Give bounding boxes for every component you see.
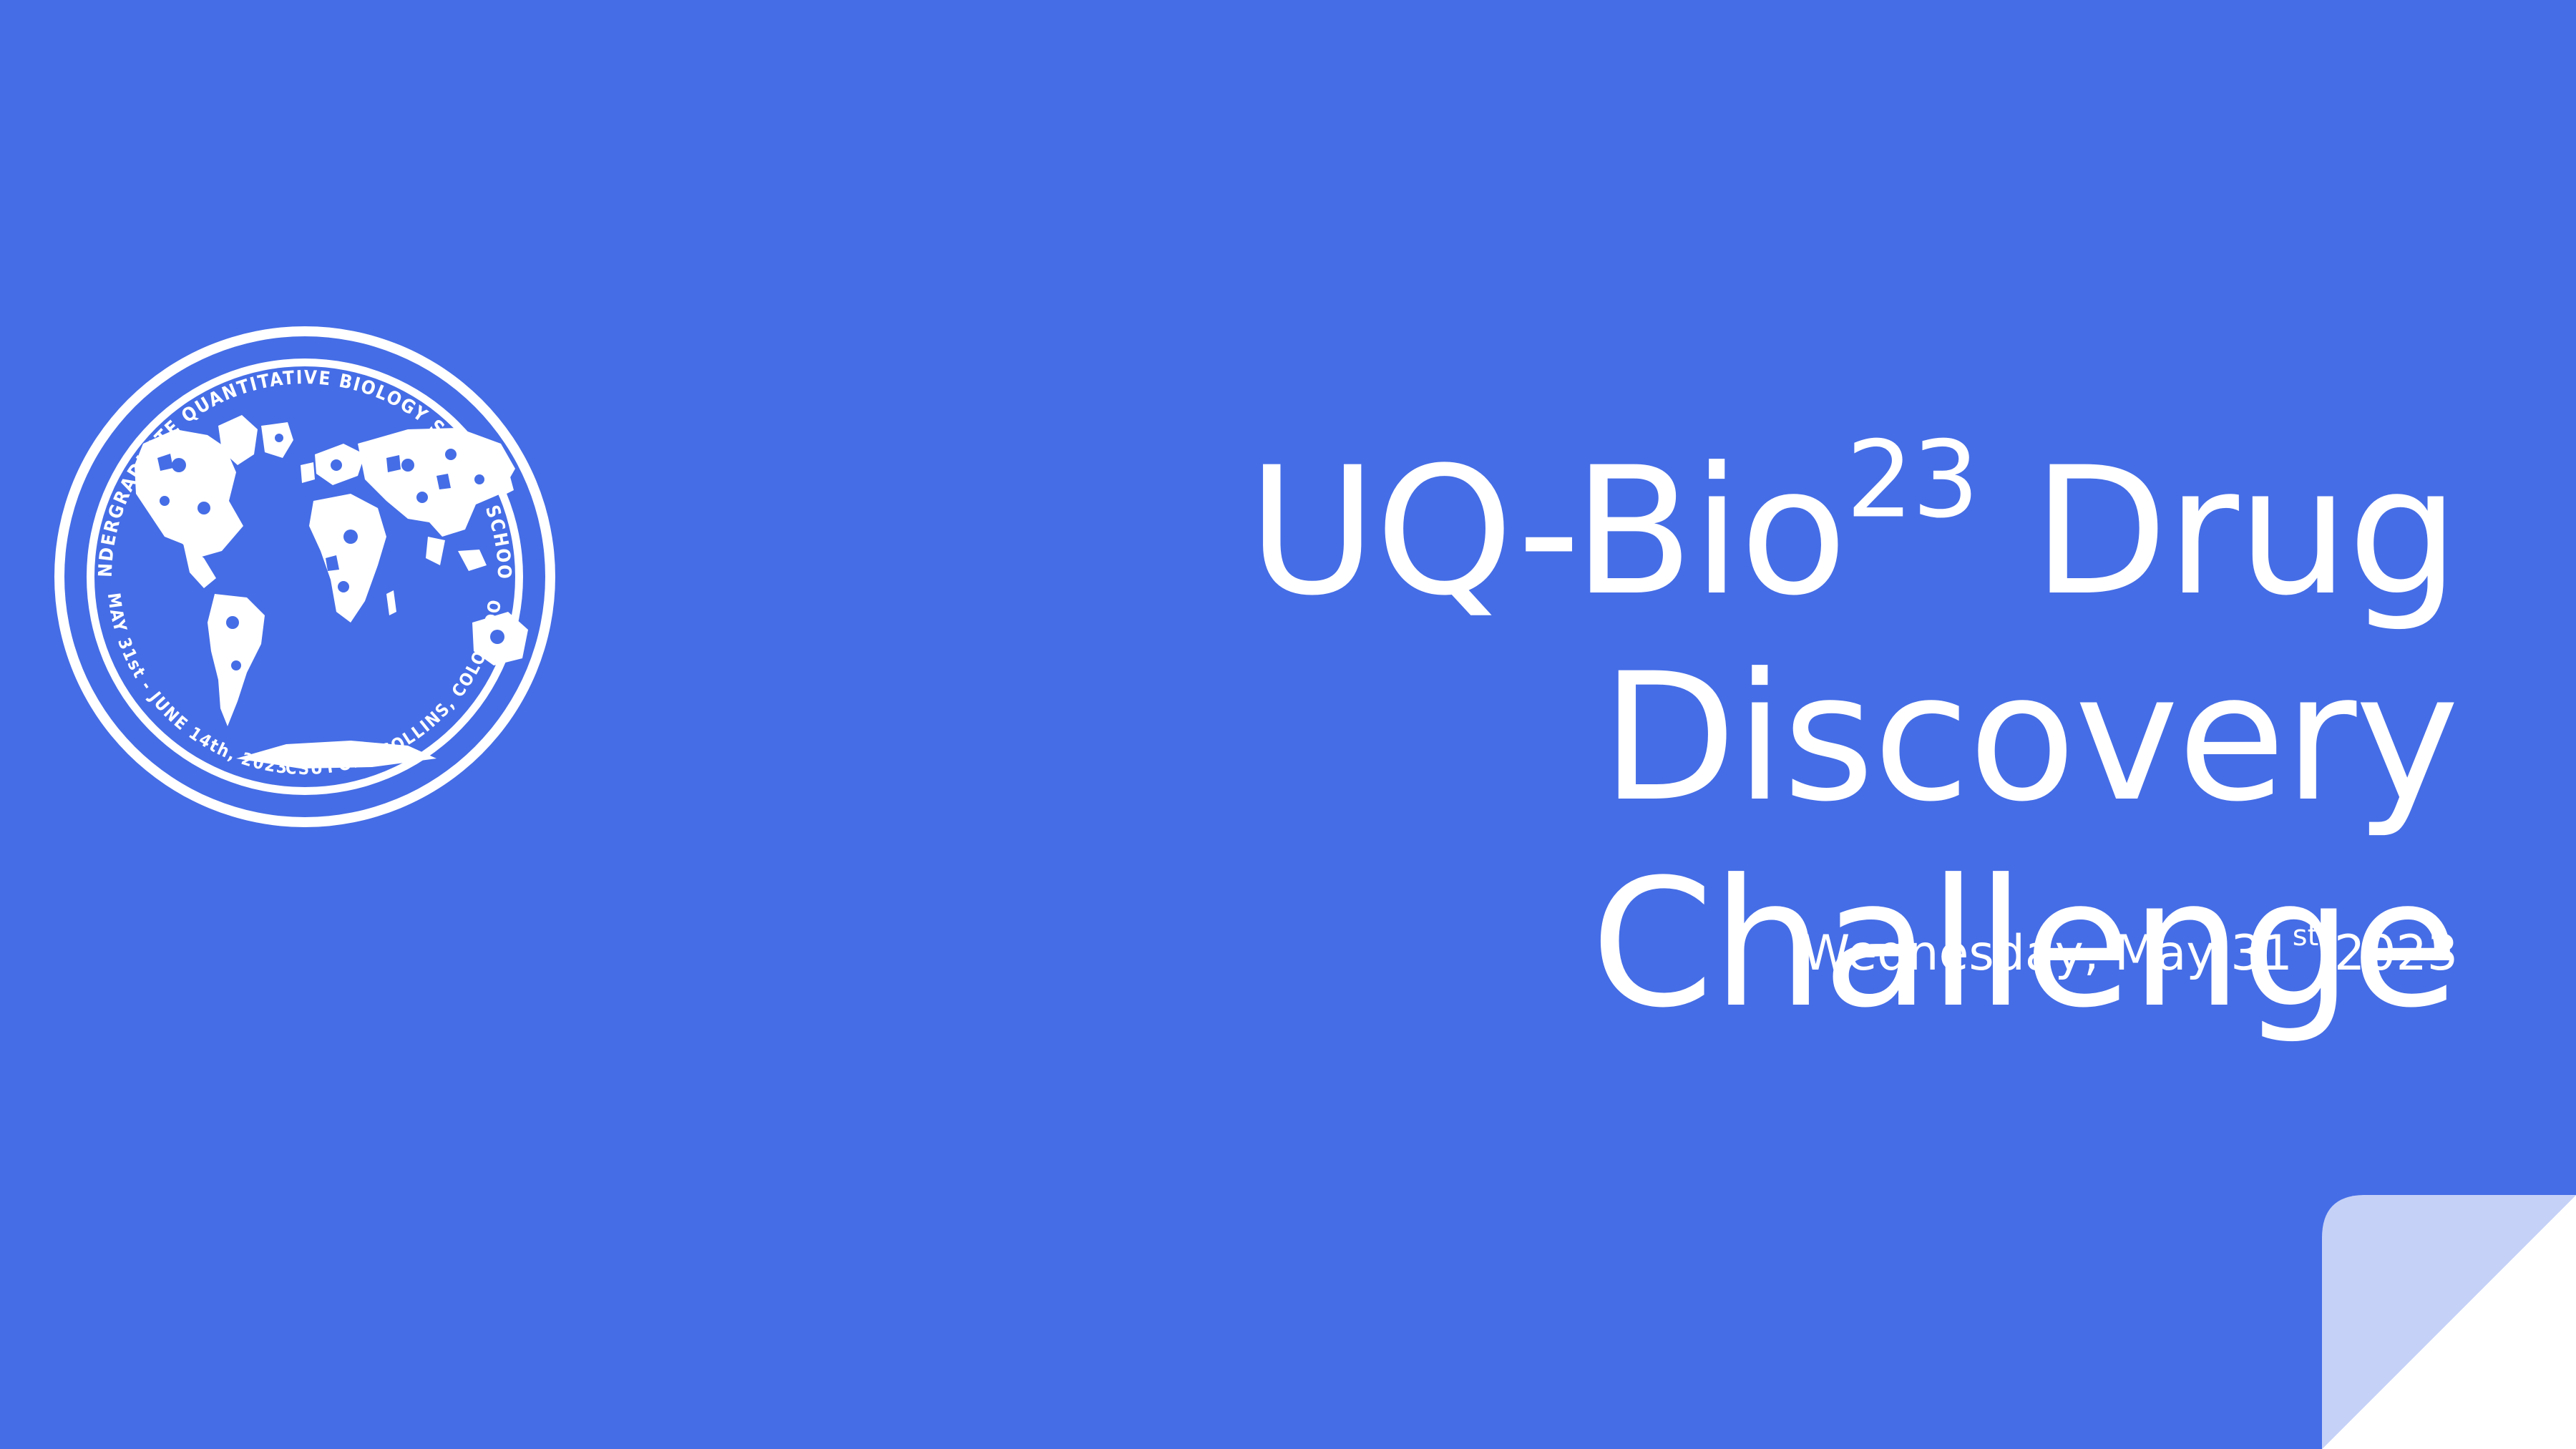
page-corner-fold (2322, 1195, 2576, 1449)
slide-subtitle-date: Wednesday, May 31st 2023 (1385, 922, 2458, 986)
date-text: Wednesday, May 31 (1802, 925, 2293, 982)
title-slide: UNDERGRADUATE QUANTITATIVE BIOLOGY SUMME… (0, 0, 2576, 1449)
date-year: 2023 (2318, 925, 2458, 982)
uq-bio-seal-logo: UNDERGRADUATE QUANTITATIVE BIOLOGY SUMME… (50, 322, 555, 827)
title-superscript: 23 (1845, 418, 1979, 542)
date-ordinal-superscript: st (2292, 919, 2319, 952)
title-text: UQ-Bio (1247, 430, 1848, 635)
